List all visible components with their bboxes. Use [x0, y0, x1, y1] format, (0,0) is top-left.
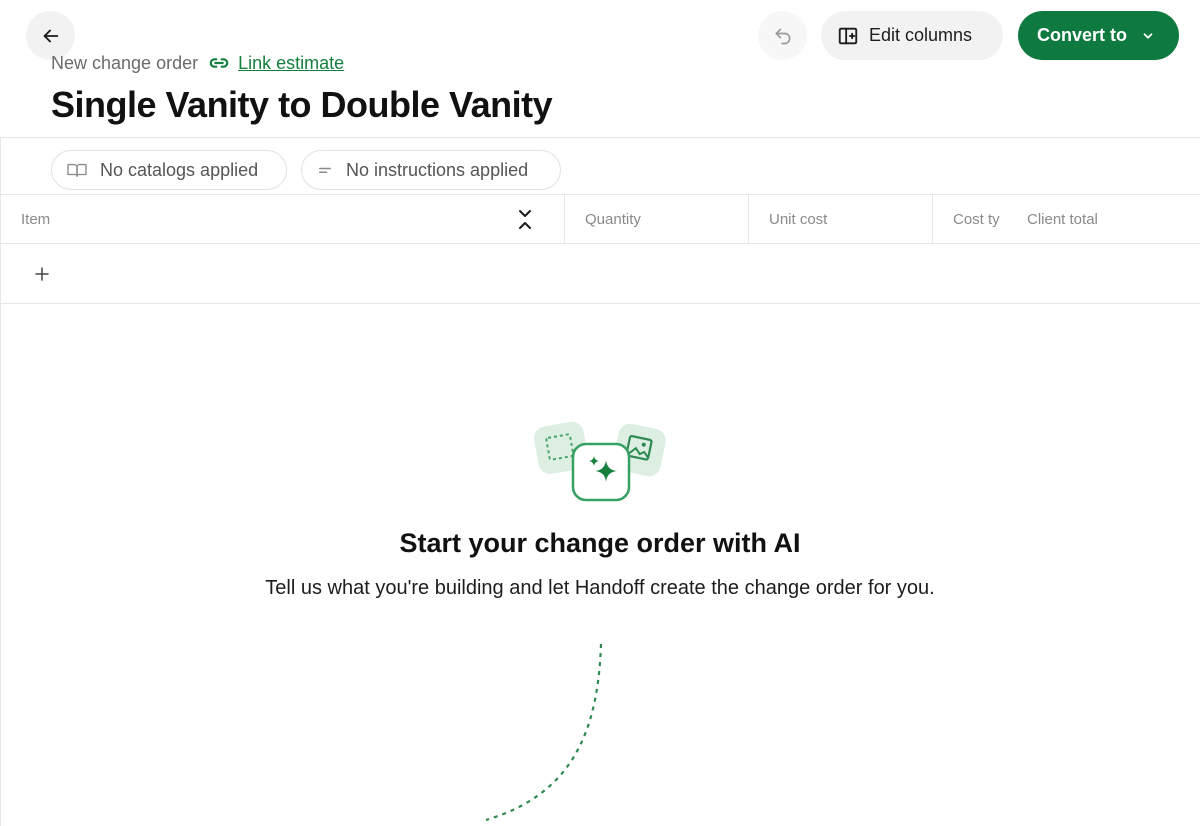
dashed-guide-curve: [470, 640, 610, 826]
add-item-button[interactable]: [30, 262, 54, 286]
text-lines-icon: [316, 161, 334, 179]
column-divider[interactable]: [564, 195, 565, 243]
columns-icon: [837, 25, 859, 47]
arrow-left-icon: [40, 25, 62, 47]
column-header-unit-cost[interactable]: Unit cost: [769, 195, 827, 243]
column-divider[interactable]: [932, 195, 933, 243]
column-divider[interactable]: [748, 195, 749, 243]
convert-to-button[interactable]: Convert to: [1018, 11, 1179, 60]
catalogs-filter-button[interactable]: No catalogs applied: [51, 150, 287, 190]
ai-illustration: [530, 418, 672, 509]
page-title[interactable]: Single Vanity to Double Vanity: [51, 84, 553, 126]
plus-icon: [33, 265, 51, 283]
sort-icon[interactable]: [515, 207, 535, 238]
undo-icon: [773, 26, 793, 46]
edit-columns-button[interactable]: Edit columns: [821, 11, 1003, 60]
add-item-row: [0, 244, 1200, 304]
link-icon[interactable]: [208, 52, 230, 74]
document-type-label: New change order: [51, 52, 199, 73]
undo-button[interactable]: [758, 11, 807, 60]
instructions-label: No instructions applied: [346, 159, 529, 180]
book-icon: [66, 161, 88, 179]
breadcrumb: New change order Link estimate: [51, 52, 344, 74]
empty-state-title: Start your change order with AI: [399, 528, 801, 558]
link-estimate-link[interactable]: Link estimate: [238, 53, 344, 74]
column-header-cost-type[interactable]: Cost ty: [953, 195, 1005, 243]
column-header-quantity[interactable]: Quantity: [585, 195, 641, 243]
instructions-filter-button[interactable]: No instructions applied: [301, 150, 561, 190]
edit-columns-label: Edit columns: [869, 25, 973, 45]
catalogs-label: No catalogs applied: [100, 159, 259, 180]
column-header-item[interactable]: Item: [21, 195, 50, 243]
convert-to-label: Convert to: [1037, 25, 1127, 45]
table-header: Item Quantity Unit cost Cost ty Client t…: [0, 195, 1200, 244]
header-divider: [0, 137, 1200, 138]
column-header-client-total[interactable]: Client total: [1027, 195, 1098, 243]
chevron-down-icon: [1141, 29, 1155, 43]
empty-state-description: Tell us what you're building and let Han…: [265, 577, 935, 599]
